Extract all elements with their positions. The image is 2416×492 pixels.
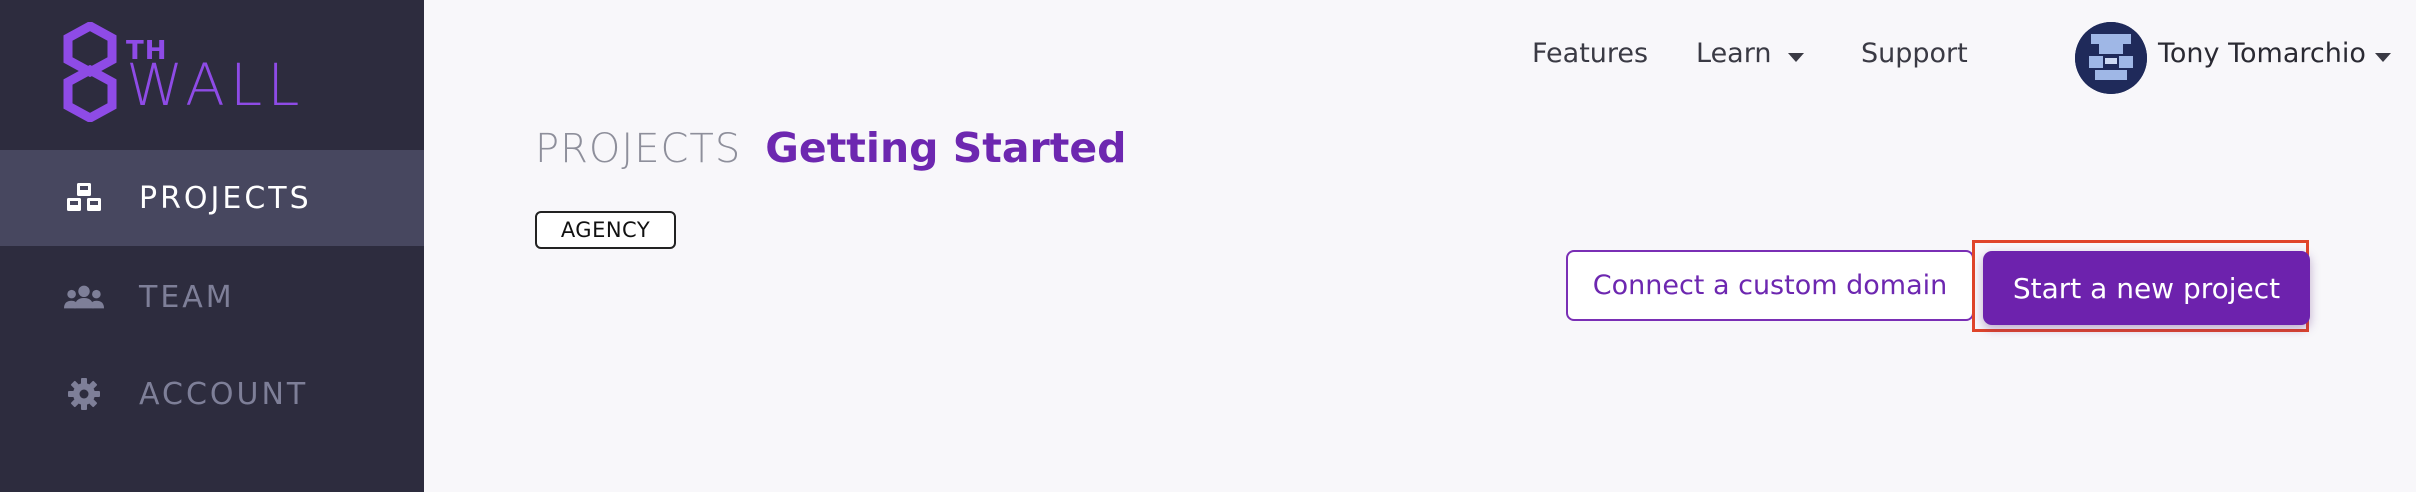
sidebar-item-team[interactable]: TEAM (0, 249, 424, 345)
page-title: PROJECTS Getting Started (535, 124, 1127, 172)
sidebar: TH WALL PROJECTS TEAM ACCOUNT (0, 0, 424, 492)
nav-learn-link[interactable]: Learn (1696, 38, 1771, 69)
breadcrumb-projects[interactable]: PROJECTS (535, 126, 741, 172)
nav-features-link[interactable]: Features (1532, 38, 1648, 69)
start-new-project-button[interactable]: Start a new project (1983, 251, 2310, 325)
sidebar-item-label: TEAM (139, 279, 235, 315)
sidebar-item-label: ACCOUNT (139, 376, 309, 412)
cubes-icon (64, 181, 104, 215)
gear-icon (64, 377, 104, 411)
sidebar-item-label: PROJECTS (139, 180, 312, 216)
user-name[interactable]: Tony Tomarchio (2158, 38, 2366, 69)
sidebar-item-account[interactable]: ACCOUNT (0, 346, 424, 442)
users-icon (64, 280, 104, 314)
logo-8-mark (63, 22, 117, 122)
connect-custom-domain-button[interactable]: Connect a custom domain (1566, 250, 1974, 321)
highlight-outline: Start a new project (1972, 240, 2310, 332)
learn-chevron-down-icon[interactable] (1788, 53, 1804, 62)
user-menu-chevron-down-icon[interactable] (2375, 53, 2391, 62)
workspace-name: Getting Started (765, 124, 1127, 172)
nav-support-link[interactable]: Support (1861, 38, 1968, 69)
8th-wall-logo[interactable]: TH WALL (62, 22, 312, 122)
account-type-badge: AGENCY (535, 211, 676, 249)
avatar[interactable] (2075, 22, 2147, 94)
sidebar-item-projects[interactable]: PROJECTS (0, 150, 424, 246)
logo-wordmark: WALL (126, 51, 305, 119)
